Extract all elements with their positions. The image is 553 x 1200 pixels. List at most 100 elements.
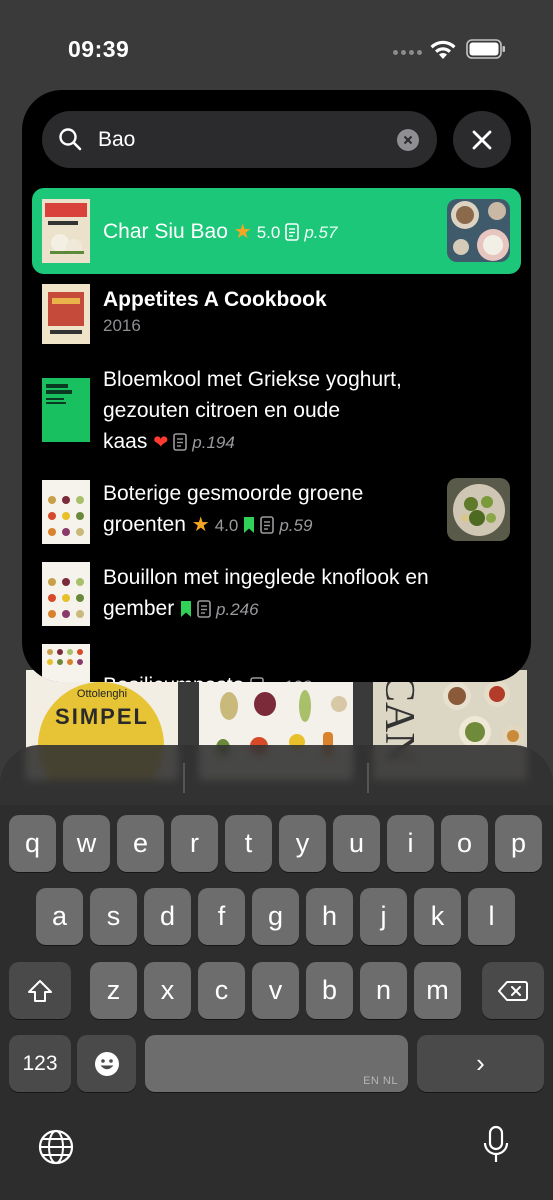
recipe-title-line: gezouten citroen en oude [103, 399, 341, 422]
microphone-icon[interactable] [482, 1125, 510, 1165]
book-cover-thumbnail [42, 378, 90, 442]
predictive-bar [0, 745, 553, 805]
recipe-title: Basilicumpesto [103, 674, 244, 682]
key-t[interactable]: t [225, 815, 272, 872]
key-d[interactable]: d [144, 888, 191, 945]
result-text: Char Siu Bao ★ 5.0 p.57 [103, 216, 337, 248]
recipe-meta: ★ 5.0 p.57 [234, 217, 338, 248]
key-l[interactable]: l [468, 888, 515, 945]
recipe-rating: 4.0 [214, 515, 239, 535]
recipe-page: p.246 [216, 599, 259, 619]
book-cover-thumbnail [42, 199, 90, 263]
book-title: Appetites A Cookbook [103, 288, 327, 311]
book-year: 2016 [103, 316, 141, 335]
shift-key[interactable] [9, 962, 71, 1019]
key-i[interactable]: i [387, 815, 434, 872]
book-cover-thumbnail [42, 480, 90, 544]
numbers-key[interactable]: 123 [9, 1035, 71, 1092]
key-x[interactable]: x [144, 962, 191, 1019]
recipe-meta: p.128 [250, 671, 312, 682]
result-text: Bloemkool met Griekse yoghurt, gezouten … [103, 364, 402, 458]
clear-search-button[interactable] [397, 129, 419, 151]
key-s[interactable]: s [90, 888, 137, 945]
emoji-key[interactable] [77, 1035, 136, 1092]
book-cover-thumbnail [42, 284, 90, 344]
recipe-card-icon [285, 223, 300, 242]
close-icon [472, 130, 492, 149]
return-key[interactable]: › [417, 1035, 544, 1092]
status-time: 09:39 [68, 36, 130, 62]
close-search-button[interactable] [453, 111, 511, 168]
recipe-title-line: groenten [103, 513, 186, 536]
recipe-title-line: Boterige gesmoorde groene [103, 482, 364, 505]
predictive-divider [183, 763, 185, 793]
delete-key[interactable] [482, 962, 544, 1019]
search-result-row[interactable]: Appetites A Cookbook 2016 [32, 284, 521, 348]
key-z[interactable]: z [90, 962, 137, 1019]
result-text: Boterige gesmoorde groene groenten ★ 4.0 … [103, 478, 363, 541]
clear-icon [403, 135, 413, 145]
key-v[interactable]: v [252, 962, 299, 1019]
key-u[interactable]: u [333, 815, 380, 872]
key-n[interactable]: n [360, 962, 407, 1019]
search-result-row[interactable]: Basilicumpesto p.128 [32, 644, 521, 682]
search-input[interactable]: Bao [98, 111, 378, 168]
keyboard-language-label: EN NL [363, 1075, 398, 1087]
backspace-icon [498, 980, 528, 1001]
result-text: Appetites A Cookbook 2016 [103, 284, 327, 337]
key-c[interactable]: c [198, 962, 245, 1019]
star-icon: ★ [191, 513, 210, 536]
key-e[interactable]: e [117, 815, 164, 872]
shift-icon [28, 979, 52, 1002]
recipe-card-icon [197, 600, 211, 619]
key-o[interactable]: o [441, 815, 488, 872]
key-m[interactable]: m [414, 962, 461, 1019]
search-result-row[interactable]: Bloemkool met Griekse yoghurt, gezouten … [32, 364, 521, 464]
search-panel: Bao Char Siu Bao ★ 5.0 p.57 Appetites A … [22, 90, 531, 682]
recipe-title-line: gember [103, 597, 175, 620]
key-k[interactable]: k [414, 888, 461, 945]
recipe-photo-thumbnail [447, 478, 510, 541]
result-text: Basilicumpesto p.128 [103, 670, 312, 682]
search-result-row[interactable]: Bouillon met ingeglede knoflook en gembe… [32, 562, 521, 630]
key-w[interactable]: w [63, 815, 110, 872]
space-key[interactable]: EN NL [145, 1035, 408, 1092]
battery-icon [466, 39, 505, 59]
recipe-rating: 5.0 [256, 222, 281, 242]
book-title: SIMPEL [55, 704, 149, 729]
search-icon [59, 128, 82, 151]
emoji-icon [94, 1051, 119, 1076]
key-f[interactable]: f [198, 888, 245, 945]
key-b[interactable]: b [306, 962, 353, 1019]
search-result-row[interactable]: Boterige gesmoorde groene groenten ★ 4.0 … [32, 478, 521, 546]
recipe-title-line: kaas [103, 430, 148, 453]
key-p[interactable]: p [495, 815, 542, 872]
status-bar: 09:39 [0, 0, 553, 100]
recipe-title: Char Siu Bao [103, 220, 228, 243]
star-icon: ★ [233, 220, 252, 243]
recipe-meta: ❤ p.194 [153, 427, 235, 458]
cellular-signal-icon [393, 50, 422, 55]
predictive-divider [367, 763, 369, 793]
key-j[interactable]: j [360, 888, 407, 945]
key-h[interactable]: h [306, 888, 353, 945]
key-r[interactable]: r [171, 815, 218, 872]
search-result-row[interactable]: Char Siu Bao ★ 5.0 p.57 [32, 188, 521, 274]
recipe-photo-thumbnail [447, 199, 510, 262]
search-field[interactable]: Bao [42, 111, 437, 168]
recipe-meta: p.246 [180, 594, 259, 625]
heart-icon: ❤ [153, 431, 169, 452]
key-q[interactable]: q [9, 815, 56, 872]
globe-icon[interactable] [37, 1128, 75, 1166]
recipe-page: p.59 [279, 515, 313, 535]
key-a[interactable]: a [36, 888, 83, 945]
key-g[interactable]: g [252, 888, 299, 945]
recipe-page: p.57 [304, 222, 338, 242]
book-cover-thumbnail [42, 644, 90, 682]
recipe-title-line: Bloemkool met Griekse yoghurt, [103, 368, 402, 391]
key-y[interactable]: y [279, 815, 326, 872]
recipe-card-icon [260, 516, 275, 535]
bookmark-icon [181, 601, 192, 618]
recipe-card-icon [250, 677, 264, 682]
recipe-page: p.128 [269, 671, 312, 682]
